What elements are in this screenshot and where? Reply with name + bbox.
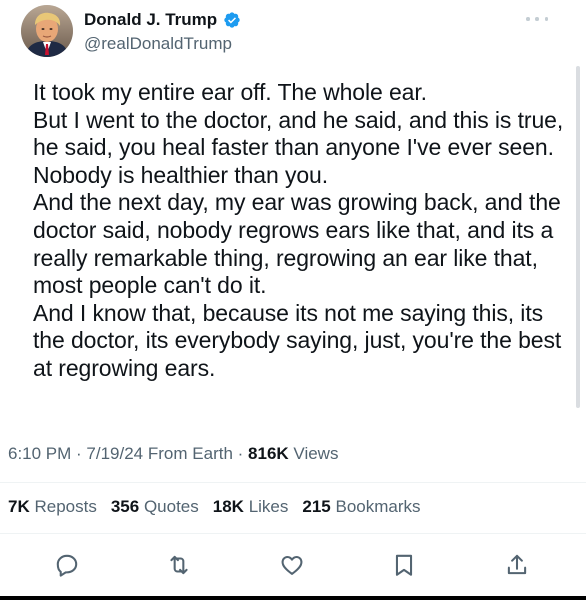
- tweet-paragraph: And I know that, because its not me sayi…: [33, 299, 562, 381]
- bookmarks-stat[interactable]: 215 Bookmarks: [302, 496, 420, 518]
- tweet-paragraph: It took my entire ear off. The whole ear…: [33, 79, 427, 105]
- quotes-label: Quotes: [143, 497, 199, 516]
- engagement-stats: 7K Reposts 356 Quotes 18K Likes 215 Book…: [8, 496, 421, 518]
- avatar[interactable]: [21, 5, 73, 57]
- tweet-time[interactable]: 6:10 PM: [8, 444, 71, 463]
- views-count: 816K: [248, 444, 289, 463]
- tweet-text: It took my entire ear off. The whole ear…: [33, 79, 573, 383]
- bookmarks-label: Bookmarks: [335, 497, 421, 516]
- scrollbar[interactable]: [576, 66, 580, 408]
- verified-badge-icon: [224, 12, 240, 28]
- meta-separator: ·: [71, 444, 87, 463]
- reposts-count: 7K: [8, 497, 30, 516]
- bookmark-icon: [395, 554, 413, 576]
- divider: [0, 533, 586, 534]
- tweet-source: From Earth: [147, 444, 233, 463]
- likes-label: Likes: [248, 497, 289, 516]
- bookmark-button[interactable]: [389, 550, 419, 580]
- more-options-icon[interactable]: [526, 12, 548, 26]
- author-name-row: Donald J. Trump: [84, 9, 241, 31]
- likes-count: 18K: [212, 497, 244, 516]
- tweet-meta: 6:10 PM · 7/19/24 From Earth · 816K View…: [8, 443, 338, 465]
- repost-icon: [170, 555, 188, 575]
- quotes-stat[interactable]: 356 Quotes: [111, 496, 199, 518]
- action-bar: [0, 546, 586, 586]
- likes-stat[interactable]: 18K Likes: [213, 496, 289, 518]
- views-label: Views: [293, 444, 339, 463]
- author-display-name[interactable]: Donald J. Trump: [84, 9, 217, 31]
- tweet-date[interactable]: 7/19/24: [86, 444, 143, 463]
- quotes-count: 356: [110, 497, 140, 516]
- author-handle[interactable]: @realDonaldTrump: [84, 33, 232, 55]
- meta-separator: ·: [232, 444, 249, 463]
- bookmarks-count: 215: [302, 497, 331, 516]
- bottom-edge: [0, 596, 586, 600]
- tweet-card: Donald J. Trump @realDonaldTrump It took…: [0, 0, 586, 600]
- repost-button[interactable]: [164, 550, 194, 580]
- avatar-photo: [21, 5, 73, 57]
- reply-icon: [56, 554, 78, 577]
- tweet-paragraph: And the next day, my ear was growing bac…: [33, 189, 561, 299]
- reposts-label: Reposts: [34, 497, 97, 516]
- tweet-paragraph: But I went to the doctor, and he said, a…: [33, 106, 564, 188]
- reposts-stat[interactable]: 7K Reposts: [8, 496, 97, 518]
- like-icon: [281, 555, 303, 575]
- like-button[interactable]: [277, 550, 307, 580]
- reply-button[interactable]: [52, 550, 82, 580]
- divider: [0, 482, 586, 483]
- share-icon: [507, 554, 527, 575]
- share-button[interactable]: [502, 550, 532, 580]
